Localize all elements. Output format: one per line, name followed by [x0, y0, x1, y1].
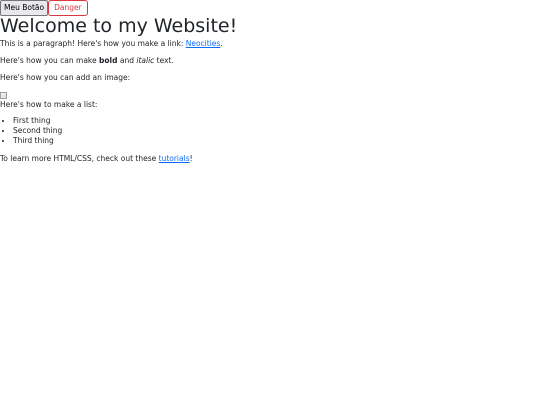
list-intro: Here's how to make a list: [0, 100, 98, 109]
neocities-link[interactable]: Neocities [186, 39, 221, 48]
list-item: First thing [13, 116, 62, 126]
list-item: Second thing [13, 126, 62, 136]
image-paragraph: Here's how you can add an image: [0, 73, 131, 82]
formatting-text-end: text. [154, 56, 174, 65]
tutorial-text-end: ! [189, 154, 193, 163]
tutorial-text: To learn more HTML/CSS, check out these [0, 154, 159, 163]
thing-list: First thing Second thing Third thing [0, 116, 62, 146]
broken-image-icon [0, 92, 7, 99]
page-title: Welcome to my Website! [0, 15, 238, 37]
tutorials-link[interactable]: tutorials [159, 154, 190, 163]
formatting-text-start: Here's how you can make [0, 56, 99, 65]
link-paragraph: This is a paragraph! Here's how you make… [0, 39, 223, 49]
link-paragraph-text: This is a paragraph! Here's how you make… [0, 39, 186, 48]
list-item: Third thing [13, 136, 62, 146]
tutorial-paragraph: To learn more HTML/CSS, check out these … [0, 154, 193, 164]
formatting-paragraph: Here's how you can make bold and italic … [0, 56, 174, 66]
link-paragraph-end: . [220, 39, 223, 48]
formatting-text-mid: and [117, 56, 137, 65]
italic-text: italic [136, 56, 155, 65]
bold-text: bold [99, 56, 118, 65]
